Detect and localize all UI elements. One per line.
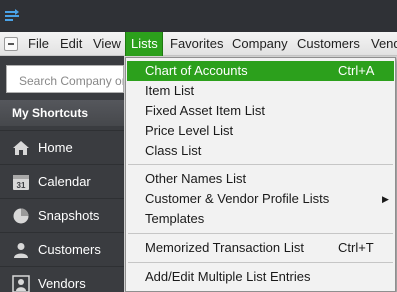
menu-item-memorized-transaction-list[interactable]: Memorized Transaction List Ctrl+T bbox=[127, 238, 394, 258]
shortcut-snapshots[interactable]: Snapshots bbox=[0, 198, 124, 232]
lists-dropdown-menu: Chart of Accounts Ctrl+A Item List Fixed… bbox=[125, 57, 396, 292]
menu-item-item-list[interactable]: Item List bbox=[127, 81, 394, 101]
menu-item-label: Item List bbox=[145, 83, 195, 98]
menu-separator bbox=[128, 262, 393, 263]
shortcut-label: Calendar bbox=[38, 174, 91, 189]
menu-favorites[interactable]: Favorites bbox=[170, 32, 223, 56]
menu-item-templates[interactable]: Templates bbox=[127, 209, 394, 229]
menu-bar: File Edit View Lists Favorites Company C… bbox=[0, 32, 397, 56]
search-company-input[interactable]: Search Company or H bbox=[6, 65, 124, 93]
calendar-icon: 31 bbox=[13, 175, 29, 190]
menu-separator bbox=[128, 233, 393, 234]
menu-item-label: Customer & Vendor Profile Lists bbox=[145, 191, 330, 206]
menu-item-label: Class List bbox=[145, 143, 202, 158]
submenu-arrow-icon: ▶ bbox=[382, 194, 389, 204]
menu-item-customer-vendor-profile-lists[interactable]: Customer & Vendor Profile Lists ▶ bbox=[127, 189, 394, 209]
shortcut-label: Home bbox=[38, 140, 73, 155]
menu-item-shortcut: Ctrl+A bbox=[338, 63, 375, 78]
menu-item-label: Chart of Accounts bbox=[145, 63, 248, 78]
menu-item-class-list[interactable]: Class List bbox=[127, 141, 394, 161]
menu-file[interactable]: File bbox=[28, 32, 49, 56]
menu-item-label: Price Level List bbox=[145, 123, 234, 138]
shortcut-label: Snapshots bbox=[38, 208, 100, 223]
menu-lists[interactable]: Lists bbox=[125, 32, 163, 56]
menu-item-shortcut: Ctrl+T bbox=[338, 240, 374, 255]
my-shortcuts-header[interactable]: My Shortcuts bbox=[0, 100, 124, 126]
menu-item-chart-of-accounts[interactable]: Chart of Accounts Ctrl+A bbox=[127, 61, 394, 81]
home-icon bbox=[13, 141, 29, 155]
pie-chart-icon bbox=[13, 208, 29, 224]
app-logo-icon[interactable] bbox=[4, 8, 20, 24]
vendor-icon bbox=[12, 275, 30, 292]
menu-item-fixed-asset-item-list[interactable]: Fixed Asset Item List bbox=[127, 101, 394, 121]
menu-item-label: Other Names List bbox=[145, 171, 247, 186]
menu-item-label: Fixed Asset Item List bbox=[145, 103, 265, 118]
menu-customers[interactable]: Customers bbox=[297, 32, 360, 56]
window-menu-icon[interactable] bbox=[4, 37, 18, 51]
shortcut-label: Customers bbox=[38, 242, 101, 257]
menu-item-other-names-list[interactable]: Other Names List bbox=[127, 169, 394, 189]
menu-company[interactable]: Company bbox=[232, 32, 288, 56]
shortcut-vendors[interactable]: Vendors bbox=[0, 266, 124, 292]
shortcut-label: Vendors bbox=[38, 276, 86, 291]
title-bar bbox=[0, 0, 397, 32]
menu-item-price-level-list[interactable]: Price Level List bbox=[127, 121, 394, 141]
customer-icon bbox=[14, 243, 28, 258]
menu-edit[interactable]: Edit bbox=[60, 32, 82, 56]
menu-item-label: Add/Edit Multiple List Entries bbox=[145, 269, 311, 284]
menu-item-add-edit-multiple-list-entries[interactable]: Add/Edit Multiple List Entries bbox=[127, 267, 394, 287]
menu-item-label: Memorized Transaction List bbox=[145, 240, 304, 255]
calendar-day-text: 31 bbox=[17, 181, 26, 190]
menu-vendors[interactable]: Vendo bbox=[371, 32, 397, 56]
shortcut-home[interactable]: Home bbox=[0, 130, 124, 164]
shortcut-calendar[interactable]: 31 Calendar bbox=[0, 164, 124, 198]
shortcut-customers[interactable]: Customers bbox=[0, 232, 124, 266]
menu-view[interactable]: View bbox=[93, 32, 121, 56]
sidebar: Search Company or H My Shortcuts Home 31… bbox=[0, 56, 124, 292]
menu-separator bbox=[128, 164, 393, 165]
menu-item-label: Templates bbox=[145, 211, 205, 226]
